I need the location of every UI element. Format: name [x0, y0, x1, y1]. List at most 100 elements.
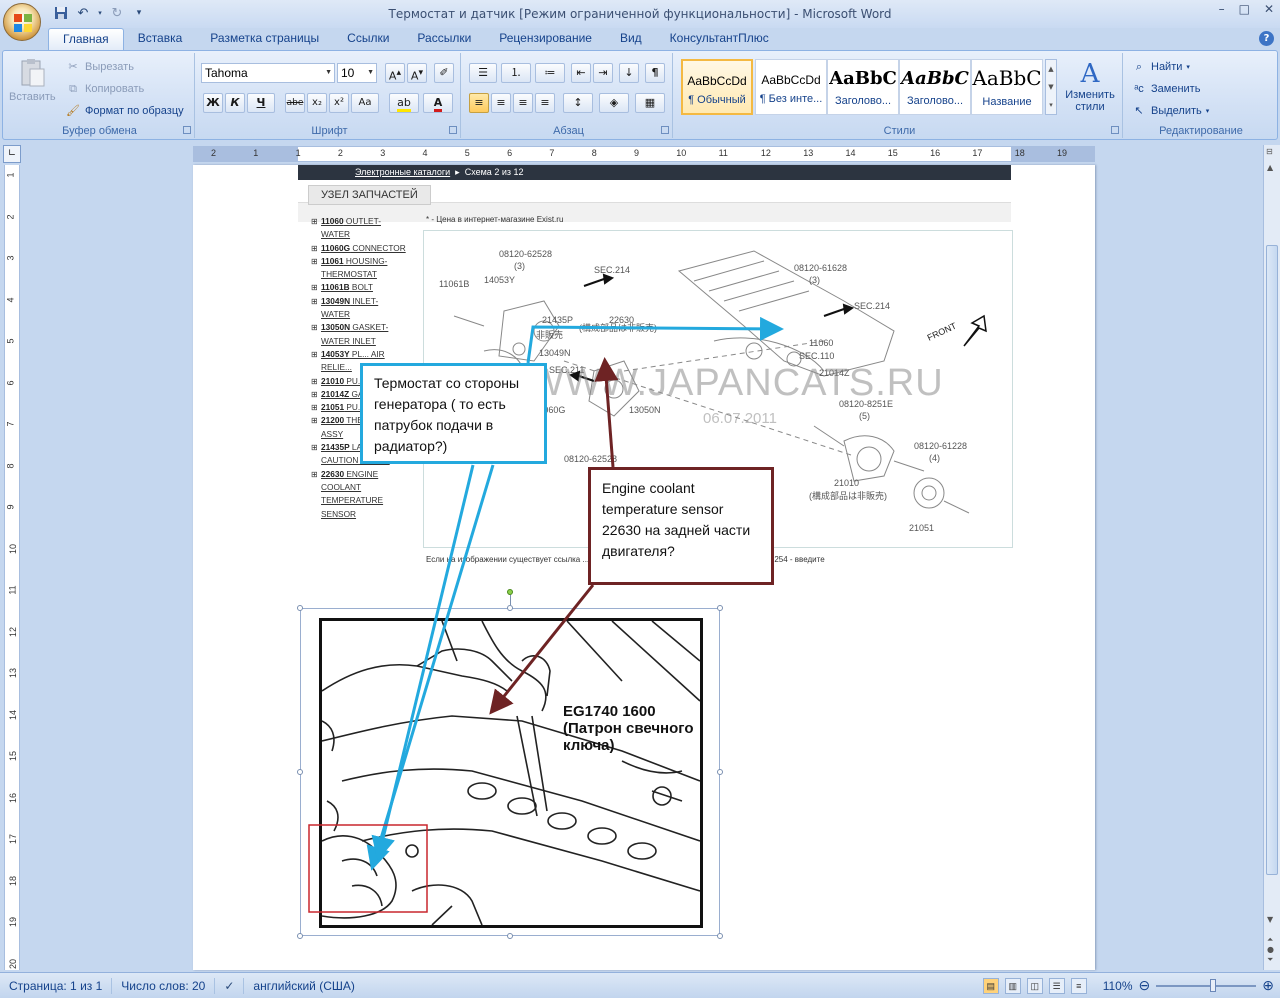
- style-heading-1[interactable]: AaBbC Заголово...: [827, 59, 899, 115]
- part-item[interactable]: 13049N INLET-WATER: [311, 295, 406, 322]
- full-screen-reading-view-icon[interactable]: ▥: [1004, 977, 1021, 994]
- tab-review[interactable]: Рецензирование: [485, 28, 606, 50]
- outline-view-icon[interactable]: ☰: [1048, 977, 1065, 994]
- paste-button[interactable]: Вставить: [9, 57, 56, 103]
- styles-scroll[interactable]: ▲ ▼ ▾: [1045, 59, 1057, 115]
- underline-button[interactable]: Ч: [247, 93, 275, 113]
- callout-thermostat[interactable]: Термостат со стороны генератора ( то ест…: [360, 363, 547, 464]
- previous-page-icon[interactable]: ⏶: [1267, 935, 1273, 945]
- tab-references[interactable]: Ссылки: [333, 28, 403, 50]
- office-button[interactable]: [3, 3, 41, 41]
- select-browse-object-icon[interactable]: ●: [1267, 945, 1274, 954]
- format-painter-button[interactable]: 🖌 Формат по образцу: [65, 103, 184, 119]
- page-count[interactable]: Страница: 1 из 1: [0, 977, 113, 994]
- resize-handle[interactable]: [717, 769, 723, 775]
- callout-sensor[interactable]: Engine coolant temperature sensor 22630 …: [588, 467, 774, 585]
- cut-button[interactable]: ✂ Вырезать: [65, 59, 134, 75]
- zoom-slider-thumb[interactable]: [1210, 978, 1217, 992]
- change-case-button[interactable]: Aa: [351, 93, 379, 113]
- shading-button[interactable]: ◈: [599, 93, 629, 113]
- zoom-in-icon[interactable]: ⊕: [1262, 977, 1274, 994]
- style-normal[interactable]: AaBbCcDd ¶ Обычный: [681, 59, 753, 115]
- change-styles-button[interactable]: A Изменить стили: [1061, 59, 1119, 113]
- tab-mailings[interactable]: Рассылки: [403, 28, 485, 50]
- bullets-button[interactable]: ☰: [469, 63, 497, 83]
- show-formatting-marks-button[interactable]: ¶: [645, 63, 665, 83]
- scroll-up-icon[interactable]: ▲: [1267, 163, 1273, 172]
- tab-selector[interactable]: ∟: [3, 145, 21, 163]
- font-name-combo[interactable]: Tahoma ▼: [201, 63, 335, 83]
- borders-button[interactable]: ▦: [635, 93, 665, 113]
- style-no-spacing[interactable]: AaBbCcDd ¶ Без инте...: [755, 59, 827, 115]
- align-center-button[interactable]: ≡: [491, 93, 511, 113]
- help-icon[interactable]: ?: [1259, 31, 1274, 46]
- strikethrough-button[interactable]: abe: [285, 93, 305, 113]
- part-item[interactable]: 22630 ENGINE COOLANT TEMPERATURE SENSOR: [311, 468, 406, 521]
- horizontal-ruler[interactable]: 2 1 1 2 3 4 5 6 7 8 9 10 11 12 13 14 15 16 17 18 19: [193, 146, 1095, 162]
- line-spacing-button[interactable]: ↕: [563, 93, 593, 113]
- align-right-button[interactable]: ≡: [513, 93, 533, 113]
- style-heading-2[interactable]: AaBbC Заголово...: [899, 59, 971, 115]
- scroll-down-icon[interactable]: ▼: [1267, 915, 1273, 924]
- part-item[interactable]: 11061B BOLT: [311, 281, 406, 295]
- print-layout-view-icon[interactable]: ▤: [982, 977, 999, 994]
- part-item[interactable]: 11060 OUTLET-WATER: [311, 215, 406, 242]
- tab-view[interactable]: Вид: [606, 28, 656, 50]
- resize-handle[interactable]: [507, 605, 513, 611]
- vertical-ruler[interactable]: 1 2 3 4 5 6 7 8 9 10 11 12 13 14 15 16 17 18 19 20: [4, 165, 20, 970]
- resize-handle[interactable]: [297, 605, 303, 611]
- web-layout-view-icon[interactable]: ◫: [1026, 977, 1043, 994]
- resize-handle[interactable]: [297, 933, 303, 939]
- document-page[interactable]: Электронные каталоги ▸ Схема 2 из 12 УЗЕ…: [193, 165, 1095, 970]
- justify-button[interactable]: ≡: [535, 93, 555, 113]
- minimize-button[interactable]: –: [1219, 2, 1225, 16]
- find-button[interactable]: ⌕ Найти ▾: [1131, 59, 1190, 75]
- zoom-level[interactable]: 110%: [1103, 979, 1133, 993]
- italic-button[interactable]: К: [225, 93, 245, 113]
- tab-home[interactable]: Главная: [48, 28, 124, 50]
- replace-button[interactable]: ᵃc Заменить: [1131, 81, 1200, 97]
- multilevel-list-button[interactable]: ≔: [535, 63, 565, 83]
- sort-button[interactable]: ↓: [619, 63, 639, 83]
- part-item[interactable]: 11061 HOUSING-THERMOSTAT: [311, 255, 406, 282]
- shrink-font-button[interactable]: A▾: [407, 63, 427, 83]
- resize-handle[interactable]: [717, 933, 723, 939]
- zoom-out-icon[interactable]: ⊖: [1139, 977, 1151, 994]
- highlight-button[interactable]: ab: [389, 93, 419, 113]
- grow-font-button[interactable]: A▴: [385, 63, 405, 83]
- bold-button[interactable]: Ж: [203, 93, 223, 113]
- maximize-button[interactable]: □: [1239, 2, 1250, 16]
- clipboard-dialog-launcher[interactable]: [183, 126, 191, 134]
- font-size-combo[interactable]: 10 ▼: [337, 63, 377, 83]
- superscript-button[interactable]: x²: [329, 93, 349, 113]
- part-item[interactable]: 11060G CONNECTOR: [311, 242, 406, 256]
- select-button[interactable]: ↖ Выделить ▾: [1131, 103, 1209, 119]
- font-dialog-launcher[interactable]: [449, 126, 457, 134]
- ruler-toggle-icon[interactable]: ⊟: [1266, 147, 1273, 156]
- numbering-button[interactable]: ⒈: [501, 63, 531, 83]
- font-color-button[interactable]: A: [423, 93, 453, 113]
- decrease-indent-button[interactable]: ⇤: [571, 63, 591, 83]
- align-left-button[interactable]: ≡: [469, 93, 489, 113]
- resize-handle[interactable]: [717, 605, 723, 611]
- proofing-icon[interactable]: ✓: [215, 977, 245, 994]
- increase-indent-button[interactable]: ⇥: [593, 63, 613, 83]
- tab-page-layout[interactable]: Разметка страницы: [196, 28, 333, 50]
- tab-insert[interactable]: Вставка: [124, 28, 197, 50]
- draft-view-icon[interactable]: ≡: [1070, 977, 1087, 994]
- clear-formatting-button[interactable]: ✐: [434, 63, 454, 83]
- styles-dialog-launcher[interactable]: [1111, 126, 1119, 134]
- resize-handle[interactable]: [297, 769, 303, 775]
- word-count[interactable]: Число слов: 20: [112, 977, 216, 994]
- paragraph-dialog-launcher[interactable]: [661, 126, 669, 134]
- subscript-button[interactable]: x₂: [307, 93, 327, 113]
- style-title[interactable]: AaBbC Название: [971, 59, 1043, 115]
- vertical-scrollbar[interactable]: ⊟ ▲ ▼ ⏶ ● ⏷: [1263, 145, 1280, 970]
- next-page-icon[interactable]: ⏷: [1267, 955, 1273, 965]
- resize-handle[interactable]: [507, 933, 513, 939]
- tab-consultantplus[interactable]: КонсультантПлюс: [656, 28, 783, 50]
- part-item[interactable]: 13050N GASKET-WATER INLET: [311, 321, 406, 348]
- close-button[interactable]: ✕: [1264, 2, 1274, 16]
- language-indicator[interactable]: английский (США): [244, 978, 363, 994]
- scroll-thumb[interactable]: [1266, 245, 1278, 875]
